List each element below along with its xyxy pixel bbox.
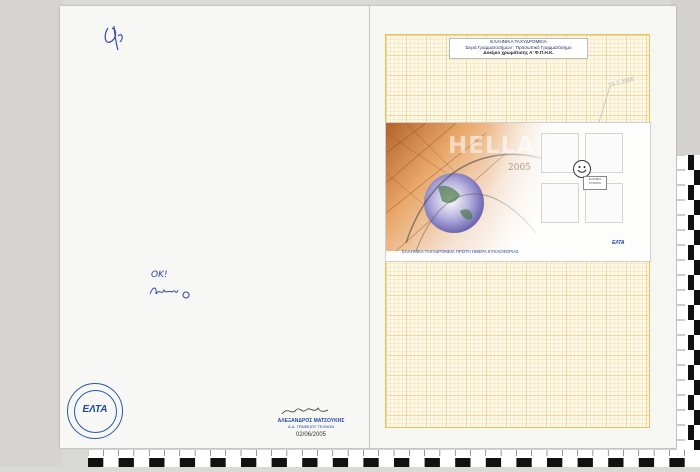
cover-year: 2005 <box>508 163 531 173</box>
cover-title: HELLAS <box>448 133 553 159</box>
pencil-line <box>598 85 611 123</box>
signature-date: 02/06/2005 <box>295 432 327 438</box>
cover-caption: ΕΛΛΗΝΙΚΑ ΤΑΧΥΔΡΟΜΕΙΑ ΠΡΩΤΗ ΗΜΕΡΑ ΚΥΚΛΟΦΟ… <box>402 249 519 254</box>
stamp-slot <box>541 183 579 223</box>
signature <box>281 407 329 415</box>
first-day-cover: HELLAS 2005 ΔΟΚΙΜΙΟ ΣΤΑΜΠΑ ΕΛΛΗΝΙΚΑ ΤΑΧΥ… <box>385 122 651 262</box>
signatory-title: Α.Δ. ΓΡΑΦΕΙΟΥ ΤΕΧΝΩΝ <box>288 424 334 429</box>
handwritten-ok-note: OK! <box>151 270 168 280</box>
background <box>0 0 62 467</box>
label-line-3: Δοκίμιο χρωμάτισης Α' Φ.Π.Η.Κ. <box>483 50 554 55</box>
elta-logo: ΕΛΤΑ <box>612 240 625 246</box>
signature-block: ΑΛΕΞΑΝΔΡΟΣ ΜΑΤΣΟΥΚΗΣ Α.Δ. ΓΡΑΦΕΙΟΥ ΤΕΧΝΩ… <box>276 418 346 438</box>
proof-label: ΕΛΛΗΝΙΚΑ ΤΑΧΥΔΡΟΜΕΙΑ Σειρά Γραμματοσήμων… <box>449 38 588 59</box>
left-page <box>60 6 370 448</box>
scale-ruler-right <box>677 154 700 455</box>
postmark-label: ΔΟΚΙΜΙΟ ΣΤΑΜΠΑ <box>583 176 607 190</box>
page-fold <box>369 6 370 448</box>
scale-ruler-bottom <box>87 450 700 467</box>
handwritten-initials <box>104 25 123 51</box>
scanned-document: OK! ΕΛΤΑ ΑΛΕΞΑΝΔΡΟΣ ΜΑΤΣΟΥΚΗΣ Α.Δ. ΓΡΑΦΕ… <box>0 0 700 467</box>
elta-seal: ΕΛΤΑ <box>67 383 123 439</box>
handwritten-signature-scribble <box>149 287 190 299</box>
